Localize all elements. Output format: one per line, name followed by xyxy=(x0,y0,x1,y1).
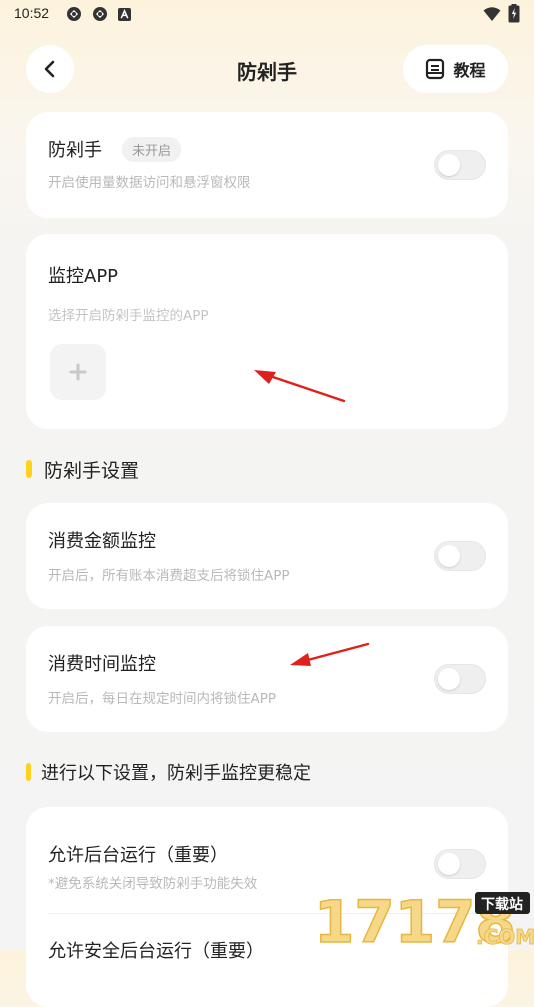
toggle-knob xyxy=(438,853,460,875)
watermark-logo: 17178 下载站 .COM xyxy=(312,880,534,957)
anti-spend-toggle[interactable] xyxy=(434,150,486,180)
card-title: 消费时间监控 xyxy=(48,654,156,675)
add-app-button[interactable] xyxy=(50,344,106,400)
card-title: 消费金额监控 xyxy=(48,531,156,552)
watermark-suffix: .COM xyxy=(476,925,534,949)
red-arrow-icon xyxy=(254,370,346,403)
background-run-toggle[interactable] xyxy=(434,849,486,879)
sync-icon xyxy=(67,7,81,21)
battery-icon xyxy=(508,4,520,23)
toggle-knob xyxy=(438,154,460,176)
card-subtitle: 开启后，所有账本消费超支后将锁住APP xyxy=(48,568,290,584)
section-title: 进行以下设置，防剁手监控更稳定 xyxy=(41,763,311,784)
section-settings: 防剁手设置 xyxy=(26,457,140,482)
card-title: 监控APP xyxy=(48,266,119,287)
card-subtitle: 选择开启防剁手监控的APP xyxy=(48,308,209,324)
card-subtitle: 开启使用量数据访问和悬浮窗权限 xyxy=(48,175,251,191)
time-monitor-card: 消费时间监控 开启后，每日在规定时间内将锁住APP xyxy=(26,626,508,732)
card-title: 防剁手 xyxy=(48,140,102,161)
status-bar: 10:52 xyxy=(0,0,534,28)
wifi-icon xyxy=(483,7,501,21)
section-stability: 进行以下设置，防剁手监控更稳定 xyxy=(26,760,311,784)
tutorial-label: 教程 xyxy=(453,61,486,80)
card-title-secondary: 允许安全后台运行（重要） xyxy=(48,941,264,962)
watermark-logo-icon: 17178 下载站 .COM xyxy=(313,887,534,957)
book-icon xyxy=(426,58,445,80)
status-time: 10:52 xyxy=(14,5,50,21)
section-title: 防剁手设置 xyxy=(44,459,140,482)
status-badge: 未开启 xyxy=(122,137,182,162)
red-arrow-icon xyxy=(290,642,370,666)
a-icon xyxy=(118,8,131,21)
toggle-knob xyxy=(438,545,460,567)
section-marker xyxy=(26,763,31,781)
card-title: 允许后台运行（重要） xyxy=(48,845,228,866)
watermark-badge: 下载站 xyxy=(481,896,523,913)
nav-bar: 防剁手 教程 xyxy=(0,40,534,100)
sync-icon xyxy=(93,7,107,21)
amount-monitor-card: 消费金额监控 开启后，所有账本消费超支后将锁住APP xyxy=(26,503,508,609)
time-monitor-toggle[interactable] xyxy=(434,664,486,694)
anti-spend-card: 防剁手 未开启 开启使用量数据访问和悬浮窗权限 xyxy=(26,112,508,218)
card-subtitle: *避免系统关闭导致防剁手功能失效 xyxy=(48,876,258,892)
section-marker xyxy=(26,460,32,478)
toggle-knob xyxy=(438,668,460,690)
card-subtitle: 开启后，每日在规定时间内将锁住APP xyxy=(48,691,277,707)
amount-monitor-toggle[interactable] xyxy=(434,541,486,571)
plus-icon xyxy=(69,363,87,381)
tutorial-button[interactable]: 教程 xyxy=(403,45,508,93)
